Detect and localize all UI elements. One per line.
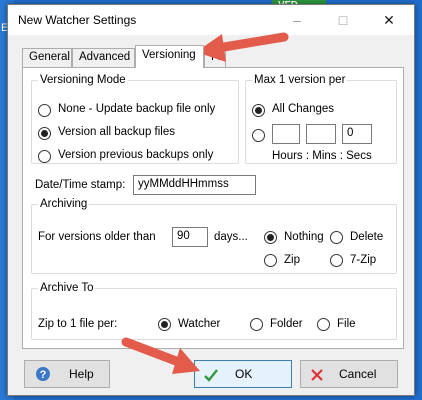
label-nothing: Nothing <box>284 231 324 243</box>
archiving-group: Archiving For versions older than 90 day… <box>31 198 397 274</box>
days-label: days... <box>214 231 248 243</box>
radio-all-changes[interactable] <box>252 104 265 117</box>
help-label: Help <box>69 367 94 381</box>
cancel-x-icon <box>311 369 323 381</box>
cancel-button[interactable]: Cancel <box>300 360 398 388</box>
label-file: File <box>337 318 356 330</box>
radio-zip[interactable] <box>264 254 277 267</box>
datetime-label: Date/Time stamp: <box>35 179 126 191</box>
label-version-previous: Version previous backups only <box>58 149 214 161</box>
tab-general[interactable]: General <box>22 48 72 67</box>
radio-version-previous[interactable] <box>38 150 51 163</box>
cancel-label: Cancel <box>339 367 377 381</box>
mins-input[interactable] <box>306 124 336 144</box>
zip-per-label: Zip to 1 file per: <box>38 318 118 330</box>
radio-nothing[interactable] <box>264 231 277 244</box>
checkmark-icon <box>204 369 218 382</box>
archiving-legend: Archiving <box>40 198 88 210</box>
versioning-mode-group: Versioning Mode None - Update backup fil… <box>31 74 239 164</box>
ok-label: OK <box>235 367 253 381</box>
tab-advanced[interactable]: Advanced <box>72 48 135 67</box>
label-zip: Zip <box>284 254 300 266</box>
label-watcher: Watcher <box>178 318 221 330</box>
label-delete: Delete <box>350 231 384 243</box>
versioning-mode-legend: Versioning Mode <box>40 74 126 86</box>
time-format-hint: Hours : Mins : Secs <box>272 150 372 162</box>
max-version-legend: Max 1 version per <box>254 74 346 86</box>
label-folder: Folder <box>270 318 303 330</box>
title-bar: New Watcher Settings – □ ✕ <box>8 5 414 35</box>
label-7zip: 7-Zip <box>350 254 377 266</box>
minimize-button[interactable]: – <box>274 5 320 35</box>
datetime-input[interactable]: yyMMddHHmmss <box>133 175 256 195</box>
window-title: New Watcher Settings <box>18 13 137 27</box>
ok-button[interactable]: OK <box>194 360 292 388</box>
label-version-all: Version all backup files <box>58 126 175 138</box>
radio-7zip[interactable] <box>330 254 343 267</box>
radio-version-all[interactable] <box>38 127 51 140</box>
older-than-label: For versions older than <box>38 231 156 243</box>
svg-text:?: ? <box>40 369 47 381</box>
radio-watcher[interactable] <box>158 318 171 331</box>
close-button[interactable]: ✕ <box>366 5 412 35</box>
versioning-panel: Versioning Mode None - Update backup fil… <box>22 67 404 349</box>
max-version-group: Max 1 version per All Changes 0 Hours : … <box>245 74 397 164</box>
radio-delete[interactable] <box>330 231 343 244</box>
settings-dialog: New Watcher Settings – □ ✕ General Advan… <box>7 4 415 396</box>
help-icon: ? <box>36 367 50 381</box>
radio-file[interactable] <box>317 318 330 331</box>
secs-input[interactable]: 0 <box>342 124 372 144</box>
hours-input[interactable] <box>272 124 300 144</box>
radio-time-interval[interactable] <box>252 129 265 142</box>
tab-filters[interactable]: Fi <box>204 48 226 67</box>
radio-none-update[interactable] <box>38 104 51 117</box>
maximize-button[interactable]: □ <box>320 5 366 35</box>
archive-to-group: Archive To Zip to 1 file per: Watcher Fo… <box>31 282 397 340</box>
days-input[interactable]: 90 <box>172 227 208 247</box>
archive-to-legend: Archive To <box>40 282 94 294</box>
help-button[interactable]: ? Help <box>24 360 110 388</box>
radio-folder[interactable] <box>250 318 263 331</box>
label-all-changes: All Changes <box>272 103 335 115</box>
tab-versioning[interactable]: Versioning <box>135 45 204 68</box>
label-none-update: None - Update backup file only <box>58 103 216 115</box>
